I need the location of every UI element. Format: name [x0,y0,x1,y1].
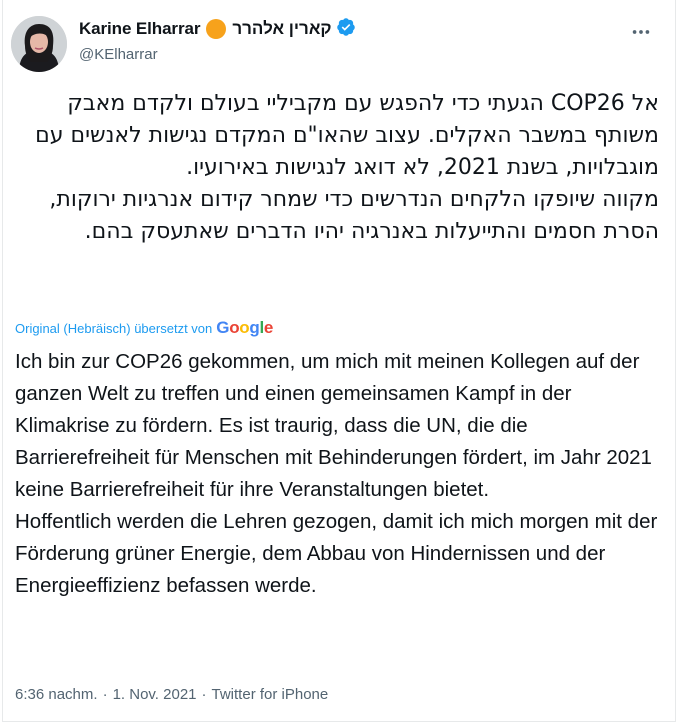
author-names: Karine Elharrar קארין אלהרר @KElharrar [79,17,356,63]
avatar[interactable] [11,16,67,72]
tweet-header: Karine Elharrar קארין אלהרר @KElharrar [11,12,667,72]
google-logo: Google [216,318,274,337]
german-paragraph: Ich bin zur COP26 gekommen, um mich mit … [15,350,652,501]
display-name-hebrew[interactable]: קארין אלהרר [232,19,331,39]
tweet-text-hebrew: אל COP26 הגעתי כדי להפגש עם מקביליי בעול… [15,88,659,248]
meta-separator: · [102,686,108,703]
more-icon [632,30,650,34]
german-paragraph: Hoffentlich werden die Lehren gezogen, d… [15,510,658,597]
display-name[interactable]: Karine Elharrar [79,19,200,39]
more-options-button[interactable] [621,12,661,52]
name-row[interactable]: Karine Elharrar קארין אלהרר [79,17,356,42]
verified-badge-icon [336,17,356,42]
tweet-text-translated: Ich bin zur COP26 gekommen, um mich mit … [15,346,661,602]
tweet-date[interactable]: 1. Nov. 2021 [113,686,197,703]
hebrew-paragraph: אל COP26 הגעתי כדי להפגש עם מקביליי בעול… [35,91,659,180]
author-handle[interactable]: @KElharrar [79,46,356,63]
translation-label: Original (Hebräisch) übersetzt von [15,320,213,336]
orange-circle-emoji [206,19,227,39]
tweet-source[interactable]: Twitter for iPhone [212,686,329,703]
tweet-card: Karine Elharrar קארין אלהרר @KElharrar א… [2,0,676,722]
meta-separator: · [201,686,207,703]
hebrew-paragraph: מקווה שיופקו הלקחים הנדרשים כדי שמחר קיד… [49,187,659,244]
tweet-metadata: 6:36 nachm. · 1. Nov. 2021 · Twitter for… [15,686,328,703]
tweet-time[interactable]: 6:36 nachm. [15,686,98,703]
translation-attribution[interactable]: Original (Hebräisch) übersetzt von Googl… [15,318,273,338]
